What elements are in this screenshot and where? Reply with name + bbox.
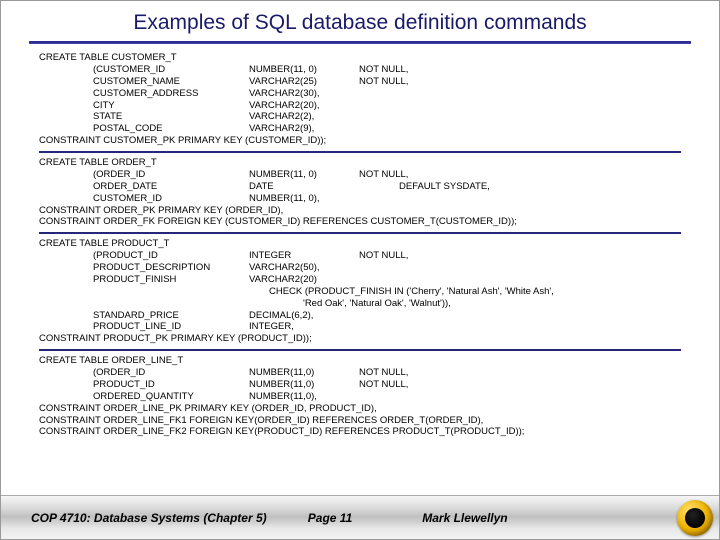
check-constraint: CHECK (PRODUCT_FINISH IN ('Cherry', 'Nat… [39, 286, 681, 298]
title-underline [29, 41, 691, 44]
ucf-logo-icon [677, 500, 713, 536]
constraint-line: CONSTRAINT ORDER_LINE_PK PRIMARY KEY (OR… [39, 403, 681, 415]
create-stmt: CREATE TABLE PRODUCT_T [39, 238, 681, 250]
constraint-line: CONSTRAINT ORDER_LINE_FK2 FOREIGN KEY(PR… [39, 426, 681, 438]
col-row: ORDERED_QUANTITYNUMBER(11,0), [39, 391, 681, 403]
col-row: PRODUCT_IDNUMBER(11,0)NOT NULL, [39, 379, 681, 391]
sql-block-order: CREATE TABLE ORDER_T (ORDER_IDNUMBER(11,… [39, 155, 681, 230]
constraint-line: CONSTRAINT ORDER_FK FOREIGN KEY (CUSTOME… [39, 216, 681, 228]
col-row: (ORDER_IDNUMBER(11,0)NOT NULL, [39, 367, 681, 379]
footer-page: Page 11 [268, 511, 392, 525]
col-row: CUSTOMER_ADDRESSVARCHAR2(30), [39, 88, 681, 100]
divider [39, 349, 681, 351]
col-row: STATEVARCHAR2(2), [39, 111, 681, 123]
col-row: PRODUCT_LINE_IDINTEGER, [39, 321, 681, 333]
divider [39, 151, 681, 153]
constraint-line: CONSTRAINT ORDER_LINE_FK1 FOREIGN KEY(OR… [39, 415, 681, 427]
col-row: CITYVARCHAR2(20), [39, 100, 681, 112]
col-row: CUSTOMER_IDNUMBER(11, 0), [39, 193, 681, 205]
footer-course: COP 4710: Database Systems (Chapter 5) [31, 511, 268, 525]
constraint-line: CONSTRAINT CUSTOMER_PK PRIMARY KEY (CUST… [39, 135, 681, 147]
constraint-line: CONSTRAINT ORDER_PK PRIMARY KEY (ORDER_I… [39, 205, 681, 217]
sql-block-product: CREATE TABLE PRODUCT_T (PRODUCT_IDINTEGE… [39, 236, 681, 347]
col-row: CUSTOMER_NAMEVARCHAR2(25)NOT NULL, [39, 76, 681, 88]
col-row: (ORDER_IDNUMBER(11, 0)NOT NULL, [39, 169, 681, 181]
col-row: PRODUCT_FINISHVARCHAR2(20) [39, 274, 681, 286]
footer-author: Mark Llewellyn [392, 511, 659, 525]
sql-block-orderline: CREATE TABLE ORDER_LINE_T (ORDER_IDNUMBE… [39, 353, 681, 440]
slide: Examples of SQL database definition comm… [0, 0, 720, 540]
content-area: CREATE TABLE CUSTOMER_T (CUSTOMER_IDNUMB… [1, 46, 719, 495]
footer-bar: COP 4710: Database Systems (Chapter 5) P… [1, 495, 719, 539]
col-row: (CUSTOMER_IDNUMBER(11, 0)NOT NULL, [39, 64, 681, 76]
col-row: PRODUCT_DESCRIPTIONVARCHAR2(50), [39, 262, 681, 274]
create-stmt: CREATE TABLE ORDER_T [39, 157, 681, 169]
col-row: STANDARD_PRICEDECIMAL(6,2), [39, 310, 681, 322]
col-row: ORDER_DATEDATEDEFAULT SYSDATE, [39, 181, 681, 193]
check-constraint: 'Red Oak', 'Natural Oak', 'Walnut')), [39, 298, 681, 310]
col-row: POSTAL_CODEVARCHAR2(9), [39, 123, 681, 135]
divider [39, 232, 681, 234]
create-stmt: CREATE TABLE CUSTOMER_T [39, 52, 681, 64]
constraint-line: CONSTRAINT PRODUCT_PK PRIMARY KEY (PRODU… [39, 333, 681, 345]
col-row: (PRODUCT_IDINTEGERNOT NULL, [39, 250, 681, 262]
create-stmt: CREATE TABLE ORDER_LINE_T [39, 355, 681, 367]
sql-block-customer: CREATE TABLE CUSTOMER_T (CUSTOMER_IDNUMB… [39, 50, 681, 149]
slide-title: Examples of SQL database definition comm… [1, 1, 719, 41]
